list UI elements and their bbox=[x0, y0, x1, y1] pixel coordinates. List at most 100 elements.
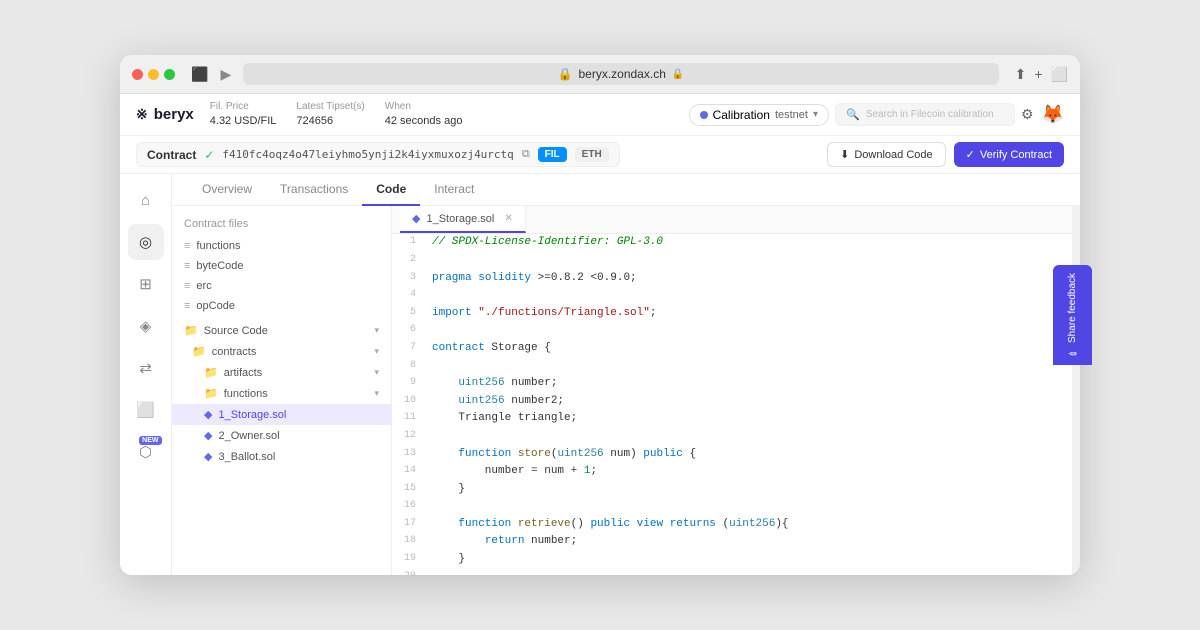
list-item[interactable]: ≡ opCode bbox=[172, 296, 391, 316]
line-code: } bbox=[424, 551, 1072, 569]
chevron-down-icon: ▾ bbox=[374, 325, 379, 336]
ballot-sol-file[interactable]: ◆ 3_Ballot.sol bbox=[172, 446, 391, 467]
new-tab-button[interactable]: + bbox=[1034, 66, 1042, 83]
tree-item-label: erc bbox=[196, 280, 211, 292]
download-code-button[interactable]: ⬇ Download Code bbox=[827, 142, 946, 167]
fil-price-value: 4.32 USD/FIL bbox=[210, 114, 277, 129]
storage-sol-file[interactable]: ◆ 1_Storage.sol bbox=[172, 404, 391, 425]
download-icon: ⬇ bbox=[840, 148, 849, 161]
sidebar-item-nft[interactable]: ◈ bbox=[128, 308, 164, 344]
line-number: 2 bbox=[392, 252, 424, 270]
network-selector[interactable]: Calibration testnet ▾ bbox=[689, 104, 829, 126]
minimize-dot[interactable] bbox=[148, 69, 159, 80]
file-icon: ◆ bbox=[204, 450, 212, 463]
fil-price-stat: Fil. Price 4.32 USD/FIL bbox=[210, 100, 277, 129]
sidebar-item-contracts[interactable]: ◎ bbox=[128, 224, 164, 260]
line-code bbox=[424, 428, 1072, 446]
line-code: number = num + 1; bbox=[424, 463, 1072, 481]
code-line: 11 Triangle triangle; bbox=[392, 410, 1072, 428]
verify-contract-button[interactable]: ✓ Verify Contract bbox=[954, 142, 1064, 167]
menu-icon: ≡ bbox=[184, 300, 190, 312]
fil-token-badge[interactable]: FIL bbox=[538, 147, 567, 162]
forward-button[interactable]: ▶ bbox=[216, 64, 235, 85]
line-number: 14 bbox=[392, 463, 424, 481]
feedback-label: Share feedback bbox=[1067, 272, 1078, 342]
code-line: 18 return number; bbox=[392, 533, 1072, 551]
chevron-down-icon: ▾ bbox=[374, 388, 379, 399]
header-network: Calibration testnet ▾ 🔍 Search in Fileco… bbox=[689, 103, 1064, 126]
code-editor: ◆ 1_Storage.sol ✕ 1 // SPDX-License-Iden… bbox=[392, 206, 1072, 575]
tree-item-label: opCode bbox=[196, 300, 235, 312]
settings-button[interactable]: ⚙ bbox=[1021, 106, 1034, 123]
eth-token-badge[interactable]: ETH bbox=[575, 147, 609, 162]
window-controls bbox=[132, 69, 175, 80]
duplicate-button[interactable]: ⬜ bbox=[1051, 66, 1068, 83]
line-code: // SPDX-License-Identifier: GPL-3.0 bbox=[424, 234, 1072, 252]
line-code: } bbox=[424, 481, 1072, 499]
line-code bbox=[424, 358, 1072, 376]
back-button[interactable]: ⬛ bbox=[187, 64, 212, 85]
line-code: contract Storage { bbox=[424, 340, 1072, 358]
tab-code[interactable]: Code bbox=[362, 174, 420, 206]
tab-label: 1_Storage.sol bbox=[426, 213, 494, 225]
owner-sol-file[interactable]: ◆ 2_Owner.sol bbox=[172, 425, 391, 446]
list-item[interactable]: ≡ byteCode bbox=[172, 256, 391, 276]
line-number: 8 bbox=[392, 358, 424, 376]
code-line: 6 bbox=[392, 322, 1072, 340]
code-line: 16 bbox=[392, 498, 1072, 516]
file-tree: Contract files ≡ functions ≡ byteCode ≡ … bbox=[172, 206, 392, 575]
close-dot[interactable] bbox=[132, 69, 143, 80]
edit-icon: ✏ bbox=[1067, 347, 1078, 358]
line-code bbox=[424, 569, 1072, 575]
code-line: 20 bbox=[392, 569, 1072, 575]
line-number: 3 bbox=[392, 270, 424, 288]
url-text: beryx.zondax.ch bbox=[578, 67, 665, 81]
code-table: 1 // SPDX-License-Identifier: GPL-3.0 2 … bbox=[392, 234, 1072, 575]
search-bar[interactable]: 🔍 Search in Filecoin calibration bbox=[835, 103, 1015, 126]
address-bar[interactable]: 🔒 beryx.zondax.ch 🔒 bbox=[243, 63, 998, 85]
close-icon[interactable]: ✕ bbox=[504, 213, 512, 224]
list-item[interactable]: ≡ erc bbox=[172, 276, 391, 296]
when-value: 42 seconds ago bbox=[385, 114, 463, 129]
verify-contract-label: Verify Contract bbox=[980, 149, 1052, 161]
tab-interact[interactable]: Interact bbox=[420, 174, 488, 206]
browser-action-buttons: ⬆ + ⬜ bbox=[1015, 66, 1068, 83]
contract-address: f410fc4oqz4o47leiyhmo5ynji2k4iyxmuxozj4u… bbox=[222, 148, 513, 161]
copy-address-button[interactable]: ⧉ bbox=[522, 148, 530, 161]
list-item[interactable]: ≡ functions bbox=[172, 236, 391, 256]
sidebar-item-home[interactable]: ⌂ bbox=[128, 182, 164, 218]
tab-overview[interactable]: Overview bbox=[188, 174, 266, 206]
share-feedback-button[interactable]: ✏ Share feedback bbox=[1053, 265, 1092, 365]
scrollbar[interactable] bbox=[1072, 206, 1080, 575]
artifacts-folder[interactable]: 📁 artifacts ▾ bbox=[172, 362, 391, 383]
editor-tab-storage[interactable]: ◆ 1_Storage.sol ✕ bbox=[400, 206, 526, 233]
source-code-folder[interactable]: 📁 Source Code ▾ bbox=[172, 320, 391, 341]
fil-price-label: Fil. Price bbox=[210, 100, 277, 114]
line-number: 7 bbox=[392, 340, 424, 358]
code-line: 13 function store(uint256 num) public { bbox=[392, 446, 1072, 464]
line-number: 4 bbox=[392, 287, 424, 305]
line-number: 1 bbox=[392, 234, 424, 252]
sidebar-item-tokens[interactable]: ⊞ bbox=[128, 266, 164, 302]
menu-icon: ≡ bbox=[184, 260, 190, 272]
line-number: 10 bbox=[392, 393, 424, 411]
tab-transactions[interactable]: Transactions bbox=[266, 174, 362, 206]
functions-folder[interactable]: 📁 functions ▾ bbox=[172, 383, 391, 404]
contracts-folder[interactable]: 📁 contracts ▾ bbox=[172, 341, 391, 362]
maximize-dot[interactable] bbox=[164, 69, 175, 80]
line-code bbox=[424, 252, 1072, 270]
wallet-button[interactable]: 🦊 bbox=[1042, 104, 1064, 125]
sidebar-item-new[interactable]: ⬡ NEW bbox=[128, 434, 164, 470]
share-button[interactable]: ⬆ bbox=[1015, 66, 1027, 83]
tree-item-label: byteCode bbox=[196, 260, 243, 272]
sidebar-item-blocks[interactable]: ⬜ bbox=[128, 392, 164, 428]
contract-label: Contract bbox=[147, 148, 196, 162]
sidebar-item-transactions[interactable]: ⇄ bbox=[128, 350, 164, 386]
editor-tabs: ◆ 1_Storage.sol ✕ bbox=[392, 206, 1072, 234]
beryx-logo[interactable]: ※ beryx bbox=[136, 106, 194, 123]
code-line: 12 bbox=[392, 428, 1072, 446]
latest-tipset-stat: Latest Tipset(s) 724656 bbox=[296, 100, 364, 129]
line-code: import "./functions/Triangle.sol"; bbox=[424, 305, 1072, 323]
code-line: 17 function retrieve() public view retur… bbox=[392, 516, 1072, 534]
code-line: 8 bbox=[392, 358, 1072, 376]
